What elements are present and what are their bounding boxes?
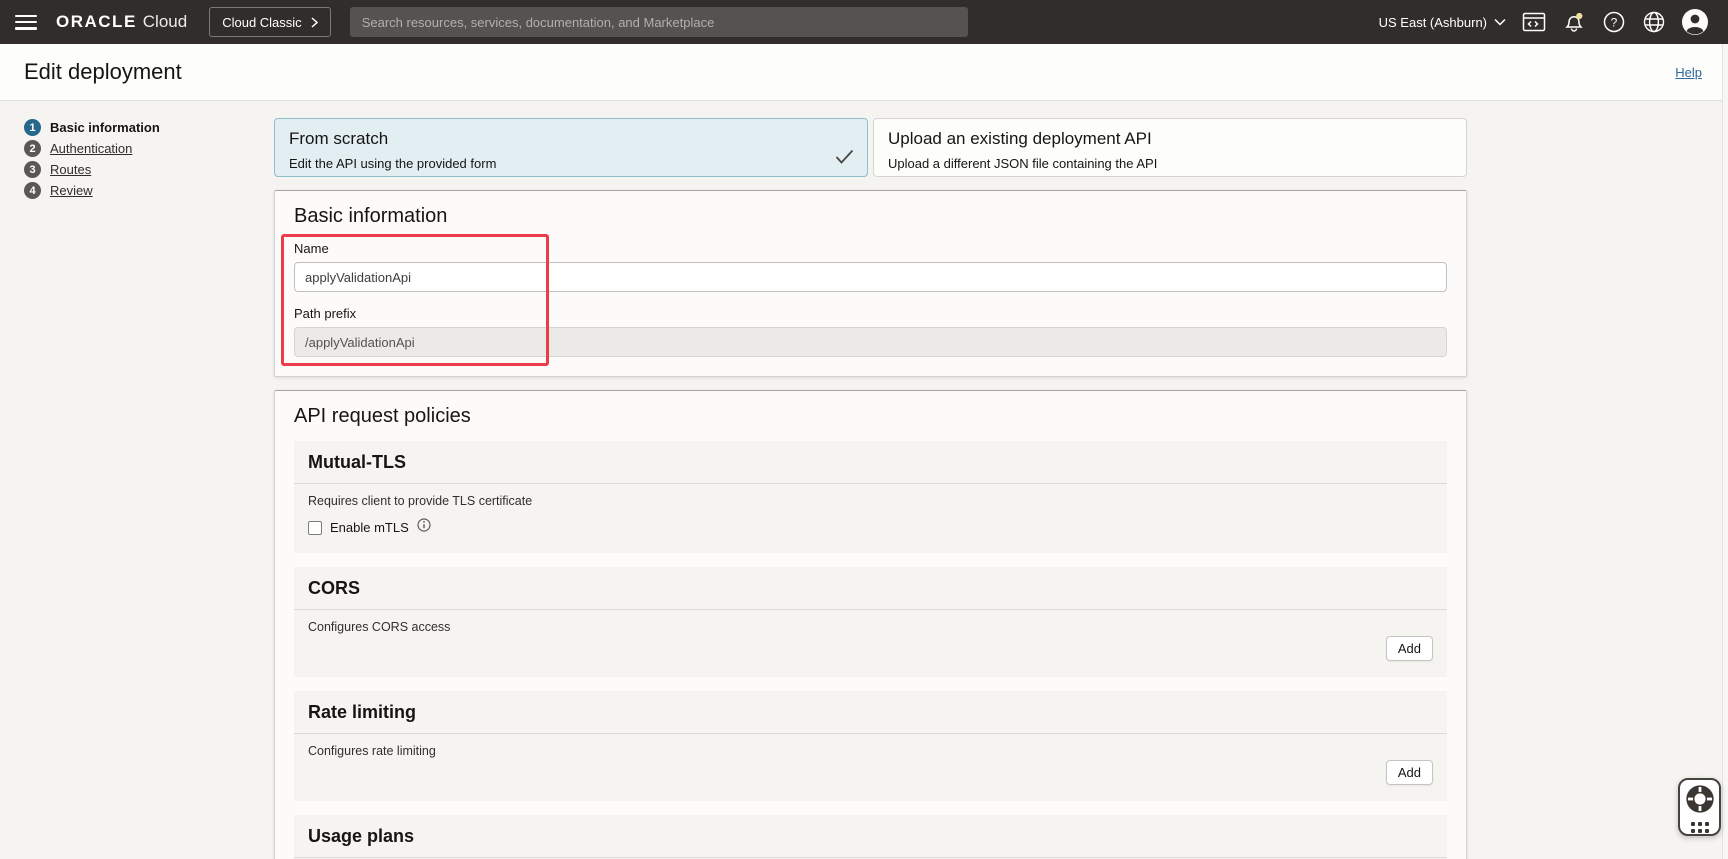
globe-icon[interactable]: [1642, 10, 1666, 34]
svg-text:?: ?: [1611, 16, 1618, 30]
question-mark-icon[interactable]: ?: [1602, 10, 1626, 34]
policy-title: Usage plans: [294, 815, 1447, 857]
brand-oracle: ORACLE: [56, 12, 137, 32]
basic-information-heading: Basic information: [294, 205, 1447, 228]
api-request-policies-card: API request policies Mutual-TLS Requires…: [274, 390, 1467, 859]
policy-section-cors: CORS Configures CORS access Add: [294, 567, 1447, 677]
cloud-shell-terminal-icon[interactable]: [1522, 11, 1546, 33]
drag-handle-dots-icon: [1691, 822, 1709, 833]
option-title: Upload an existing deployment API: [888, 129, 1452, 149]
step-number-badge: 2: [24, 140, 41, 157]
content-area: 1 Basic information 2 Authentication 3 R…: [0, 101, 1728, 859]
stepper-item-authentication[interactable]: 2 Authentication: [24, 140, 160, 157]
wizard-stepper: 1 Basic information 2 Authentication 3 R…: [24, 119, 160, 203]
cors-add-button[interactable]: Add: [1386, 636, 1433, 661]
chevron-right-icon: [311, 17, 318, 28]
support-assistant-widget[interactable]: [1678, 778, 1721, 836]
page-title: Edit deployment: [24, 59, 182, 85]
policy-section-usage-plans: Usage plans Configures usage plans Add: [294, 815, 1447, 859]
step-number-badge: 3: [24, 161, 41, 178]
name-field-label: Name: [294, 241, 1447, 256]
source-option-row: From scratch Edit the API using the prov…: [274, 118, 1467, 177]
option-description: Upload a different JSON file containing …: [888, 156, 1452, 171]
api-request-policies-heading: API request policies: [294, 405, 1447, 428]
top-navigation-bar: ORACLE Cloud Cloud Classic US East (Ashb…: [0, 0, 1728, 44]
main-panel: From scratch Edit the API using the prov…: [274, 118, 1467, 859]
policy-section-rate-limiting: Rate limiting Configures rate limiting A…: [294, 691, 1447, 801]
scrollbar[interactable]: [1722, 44, 1728, 859]
help-link[interactable]: Help: [1675, 65, 1702, 80]
stepper-item-label: Basic information: [50, 120, 160, 135]
step-number-badge: 4: [24, 182, 41, 199]
hamburger-menu-icon[interactable]: [15, 15, 37, 30]
policy-title: CORS: [294, 567, 1447, 609]
bell-icon[interactable]: [1562, 10, 1586, 34]
option-card-from-scratch[interactable]: From scratch Edit the API using the prov…: [274, 118, 868, 177]
step-number-badge: 1: [24, 119, 41, 136]
stepper-item-routes[interactable]: 3 Routes: [24, 161, 160, 178]
cloud-classic-button[interactable]: Cloud Classic: [209, 7, 330, 37]
policy-title: Mutual-TLS: [294, 441, 1447, 483]
enable-mtls-checkbox[interactable]: [308, 521, 322, 535]
search-input[interactable]: [350, 7, 968, 37]
stepper-item-review[interactable]: 4 Review: [24, 182, 160, 199]
policy-section-mutual-tls: Mutual-TLS Requires client to provide TL…: [294, 441, 1447, 553]
region-label: US East (Ashburn): [1379, 15, 1487, 30]
option-title: From scratch: [289, 129, 853, 149]
info-circle-icon[interactable]: [417, 518, 431, 537]
region-selector[interactable]: US East (Ashburn): [1379, 15, 1506, 30]
brand-cloud: Cloud: [143, 12, 187, 32]
policy-title: Rate limiting: [294, 691, 1447, 733]
enable-mtls-label: Enable mTLS: [330, 520, 409, 535]
policy-description: Configures rate limiting: [308, 744, 1433, 758]
notification-dot: [1576, 13, 1582, 19]
page-header: Edit deployment Help: [0, 44, 1728, 101]
checkmark-icon: [835, 149, 854, 169]
option-description: Edit the API using the provided form: [289, 156, 853, 171]
policy-description: Configures CORS access: [308, 620, 1433, 634]
policy-description: Requires client to provide TLS certifica…: [308, 494, 1433, 508]
stepper-item-label[interactable]: Authentication: [50, 141, 132, 156]
rate-limiting-add-button[interactable]: Add: [1386, 760, 1433, 785]
path-prefix-field-label: Path prefix: [294, 306, 1447, 321]
stepper-item-label[interactable]: Review: [50, 183, 93, 198]
oracle-cloud-logo[interactable]: ORACLE Cloud: [56, 12, 187, 32]
life-ring-icon: [1686, 785, 1714, 818]
basic-information-card: Basic information Name Path prefix: [274, 190, 1467, 377]
chevron-down-icon: [1494, 18, 1506, 26]
stepper-item-label[interactable]: Routes: [50, 162, 91, 177]
stepper-item-basic-information: 1 Basic information: [24, 119, 160, 136]
name-input[interactable]: [294, 262, 1447, 292]
cloud-classic-label: Cloud Classic: [222, 15, 301, 30]
path-prefix-input: [294, 327, 1447, 357]
option-card-upload-existing[interactable]: Upload an existing deployment API Upload…: [873, 118, 1467, 177]
user-avatar-icon[interactable]: [1682, 9, 1708, 35]
